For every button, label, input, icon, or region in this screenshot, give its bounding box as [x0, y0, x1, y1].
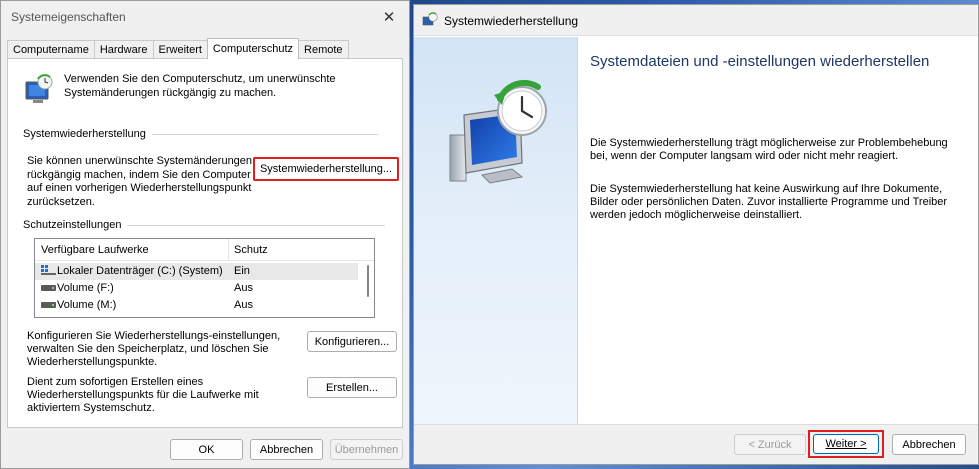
restore-description: Sie können unerwünschte Systemänderungen…: [27, 155, 253, 208]
cancel-button[interactable]: Abbrechen: [892, 434, 966, 455]
system-restore-window: Systemwiederherstellung Systemdateien un…: [413, 4, 979, 465]
drive-icon: [41, 285, 56, 291]
drive-row[interactable]: Lokaler Datenträger (C:) (System) Ein: [35, 263, 358, 280]
apply-button[interactable]: Übernehmen: [330, 439, 403, 460]
drive-name: Volume (M:): [57, 299, 117, 311]
system-restore-icon: [422, 12, 438, 26]
ok-button[interactable]: OK: [170, 439, 243, 460]
column-header-protection[interactable]: Schutz: [234, 244, 268, 256]
system-restore-illustration-icon: [449, 79, 547, 184]
back-button[interactable]: < Zurück: [734, 434, 806, 455]
drive-row[interactable]: Volume (F:) Aus: [35, 280, 358, 297]
drive-name: Lokaler Datenträger (C:) (System): [57, 265, 223, 277]
system-restore-button[interactable]: Systemwiederherstellung...: [253, 157, 399, 181]
next-button[interactable]: Weiter >: [813, 434, 879, 454]
wizard-paragraph-1: Die Systemwiederherstellung trägt möglic…: [590, 137, 948, 162]
column-separator: [228, 239, 229, 261]
drive-protection: Ein: [234, 265, 250, 277]
drive-protection: Aus: [234, 282, 253, 294]
configure-button[interactable]: Konfigurieren...: [307, 331, 397, 352]
drive-list-scrollbar[interactable]: [364, 263, 372, 315]
create-description: Dient zum sofortigen Erstellen eines Wie…: [27, 376, 259, 414]
drive-list-header: Verfügbare Laufwerke Schutz: [35, 239, 374, 261]
title-bar: Systemwiederherstellung: [414, 5, 978, 36]
column-header-drives[interactable]: Verfügbare Laufwerke: [41, 244, 149, 256]
drive-protection: Aus: [234, 299, 253, 311]
window-title: Systemwiederherstellung: [444, 14, 579, 28]
close-icon[interactable]: ✕: [369, 1, 409, 32]
drive-icon: [41, 302, 56, 308]
protection-group-title: Schutzeinstellungen: [23, 219, 128, 231]
window-title: Systemeigenschaften: [11, 10, 126, 24]
tab-computername[interactable]: Computername: [7, 40, 95, 59]
computer-protection-panel: Verwenden Sie den Computerschutz, um une…: [7, 58, 403, 428]
drive-list[interactable]: Verfügbare Laufwerke Schutz Lokaler Date…: [34, 238, 375, 318]
wizard-paragraph-2: Die Systemwiederherstellung hat keine Au…: [590, 183, 948, 221]
system-protection-icon: [25, 74, 53, 103]
scrollbar-thumb[interactable]: [367, 265, 369, 297]
cancel-button[interactable]: Abbrechen: [250, 439, 323, 460]
configure-description: Konfigurieren Sie Wiederherstellungs-ein…: [27, 330, 281, 368]
tab-strip: Computername Hardware Erweitert Computer…: [7, 38, 349, 59]
drive-row[interactable]: Volume (M:) Aus: [35, 297, 358, 314]
dialog-footer: OK Abbrechen Übernehmen: [1, 431, 409, 468]
restore-group-title: Systemwiederherstellung: [23, 128, 152, 140]
wizard-side-panel: [414, 37, 578, 424]
tab-remote[interactable]: Remote: [298, 40, 349, 59]
windows-drive-icon: [41, 265, 56, 275]
create-button[interactable]: Erstellen...: [307, 377, 397, 398]
wizard-footer: < Zurück Weiter > Abbrechen: [414, 424, 978, 464]
drive-name: Volume (F:): [57, 282, 114, 294]
title-bar: Systemeigenschaften ✕: [1, 1, 409, 32]
tab-hardware[interactable]: Hardware: [93, 40, 154, 59]
tab-erweitert[interactable]: Erweitert: [152, 40, 208, 59]
tab-computerschutz[interactable]: Computerschutz: [206, 38, 300, 59]
wizard-heading: Systemdateien und -einstellungen wiederh…: [590, 53, 930, 70]
system-properties-window: Systemeigenschaften ✕ Computername Hardw…: [0, 0, 410, 469]
intro-text: Verwenden Sie den Computerschutz, um une…: [64, 73, 336, 99]
